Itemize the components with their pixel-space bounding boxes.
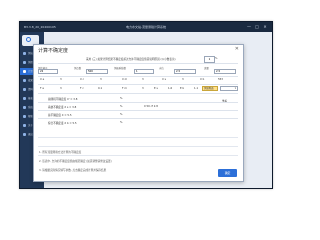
- row3-label-3: F m: [122, 87, 127, 90]
- row2-value-5: 553: [218, 78, 223, 81]
- row3-value-1: 3: [60, 87, 62, 90]
- row1-input-2[interactable]: 500: [86, 69, 108, 74]
- row3-label-1: F e: [40, 87, 44, 90]
- row1-value-4: 2.5: [176, 70, 181, 73]
- row3-label-2: F c: [80, 87, 84, 90]
- notes-list: 1. 所有流量测验方法计算的不确定度 2. 该表中, 允许的不确定度值由规范确定…: [38, 137, 238, 172]
- maximize-icon[interactable]: □: [253, 22, 261, 32]
- row3-value-3: 3: [142, 87, 144, 90]
- nav-icon: [23, 61, 26, 64]
- row1-input-1[interactable]: 22: [38, 69, 58, 74]
- result-label-3: 总不确定度 X = 5.5: [48, 114, 72, 117]
- row2-value-1: 3: [60, 78, 62, 81]
- result-label-4: 综合不确定度 X b = 5.5: [48, 122, 77, 125]
- window-title: 电力水文站-流量测验计算系统: [125, 25, 167, 29]
- note-item: 2. 该表中, 允许的不确定度值由规范确定 (如需调整请修改设置): [38, 146, 238, 163]
- confirm-button-label: 确定: [224, 171, 231, 175]
- divider: [38, 102, 238, 103]
- header-unit: %: [215, 57, 218, 60]
- divider: [38, 76, 238, 77]
- row2-label-1: X e: [40, 78, 45, 81]
- coordinate-select[interactable]: 坐标 ▾: [220, 86, 238, 103]
- logo-icon: [26, 37, 31, 42]
- measurement-section-tag[interactable]: 测流断面: [202, 86, 218, 91]
- nav-icon: [23, 79, 26, 82]
- result-label-1: 总随机不确定度 X' = 3.8: [48, 98, 78, 101]
- dialog-title: 计算不确定度: [38, 48, 69, 54]
- close-icon[interactable]: ✕: [261, 22, 269, 32]
- row2-value-2: 3: [100, 78, 102, 81]
- divider: [38, 84, 238, 85]
- header-value: 1: [208, 58, 211, 61]
- nav-icon: [23, 52, 26, 55]
- result-unit-2: %: [120, 105, 123, 108]
- row1-value-5: 2.5: [216, 70, 221, 73]
- nav-icon: [23, 70, 26, 73]
- row1-value-3: 1: [136, 70, 138, 73]
- window-controls: — □ ✕: [245, 22, 269, 32]
- nav-icon: [23, 97, 26, 100]
- row1-input-3[interactable]: 1: [134, 69, 154, 74]
- row1-value-1: 22: [40, 70, 44, 73]
- uncertainty-dialog: 计算不确定度 ✕ 采用 (三) 如果计算结果不确定度超过允许不确定度值需说明原因…: [33, 44, 244, 182]
- result-label-2: 系统不确定度 X s = 3.8: [48, 106, 77, 109]
- divider: [38, 110, 238, 111]
- row3-value-5: 1.1: [194, 87, 199, 90]
- row1-label-4: 水位: [159, 67, 164, 70]
- row1-value-2: 500: [88, 70, 93, 73]
- row1-input-5[interactable]: 2.5: [214, 69, 236, 74]
- nav-icon: [23, 88, 26, 91]
- measurement-section-label: 测流断面: [204, 87, 214, 90]
- divider: [38, 118, 238, 119]
- nav-icon: [23, 106, 26, 109]
- note-text: 3. 请根据实际情况填写参数, 点击确定完成计算并保存结果: [39, 169, 107, 172]
- row2-label-3: X m: [122, 78, 128, 81]
- divider: [38, 93, 238, 94]
- row2-label-5: X b: [200, 78, 205, 81]
- result-unit-1: %: [120, 97, 123, 100]
- row1-label-3: 测速垂线数: [114, 67, 126, 70]
- row3-value-2: 0.1: [98, 87, 103, 90]
- result-extra-2: 0 50 cf 2.8: [144, 105, 158, 108]
- result-unit-4: %: [120, 121, 123, 124]
- nav-icon: [23, 133, 26, 136]
- row3-value-4: 1.6: [168, 87, 173, 90]
- row3-label-5: E b: [180, 87, 185, 90]
- row3-label-4: E s: [154, 87, 158, 90]
- note-item: 1. 所有流量测验方法计算的不确定度: [38, 137, 238, 154]
- close-icon[interactable]: ✕: [235, 46, 239, 52]
- row2-label-4: X s: [162, 78, 166, 81]
- header-description: 采用 (三) 如果计算结果不确定度超过允许不确定度值需说明原因 (以小数表示): [86, 58, 176, 61]
- result-unit-3: %: [120, 113, 123, 116]
- note-item: 3. 请根据实际情况填写参数, 点击确定完成计算并保存结果: [38, 155, 238, 172]
- row2-value-3: 3: [142, 78, 144, 81]
- minimize-icon[interactable]: —: [245, 22, 253, 32]
- title-bar: B3.3.8_20_20200105 电力水文站-流量测验计算系统 — □ ✕: [20, 22, 272, 32]
- row1-label-2: 测点数: [74, 67, 82, 70]
- row1-label-5: 流量: [204, 67, 209, 70]
- row2-label-2: X c: [80, 78, 85, 81]
- header-value-input[interactable]: 1: [204, 56, 215, 63]
- row2-value-4: 3: [182, 78, 184, 81]
- confirm-button[interactable]: 确定: [218, 169, 237, 177]
- chevron-down-icon: ▾: [234, 87, 236, 90]
- divider: [38, 63, 238, 64]
- nav-icon: [23, 115, 26, 118]
- nav-icon: [23, 124, 26, 127]
- row1-input-4[interactable]: 2.5: [174, 69, 196, 74]
